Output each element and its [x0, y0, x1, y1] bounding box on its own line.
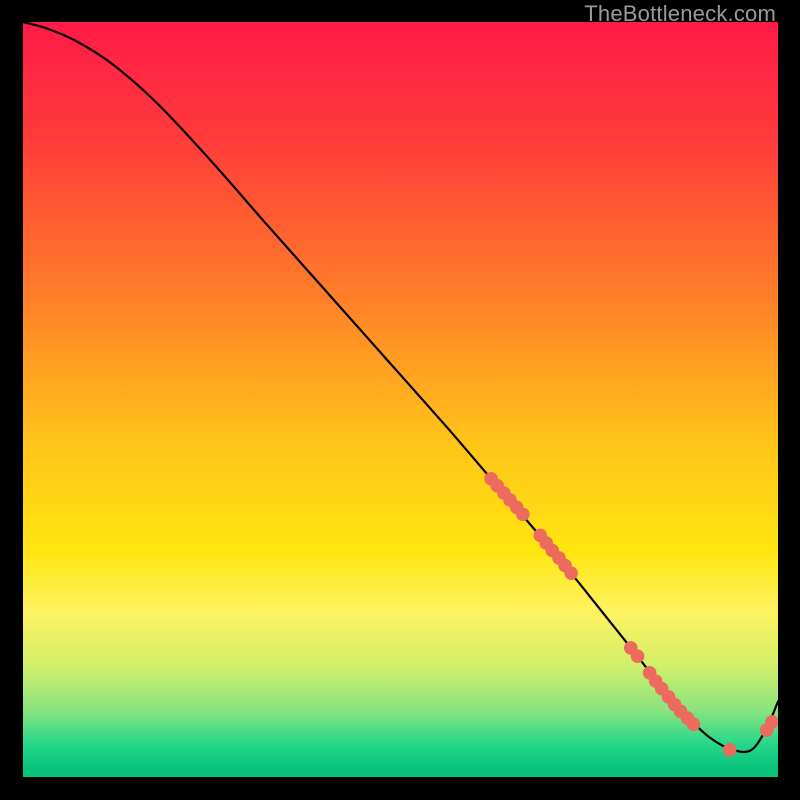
- data-point: [723, 743, 737, 757]
- chart-frame: [23, 22, 778, 777]
- gradient-background: [23, 22, 778, 777]
- data-point: [564, 566, 578, 580]
- data-point: [687, 717, 701, 731]
- chart-canvas: [23, 22, 778, 777]
- data-point: [516, 507, 530, 521]
- data-point: [631, 649, 645, 663]
